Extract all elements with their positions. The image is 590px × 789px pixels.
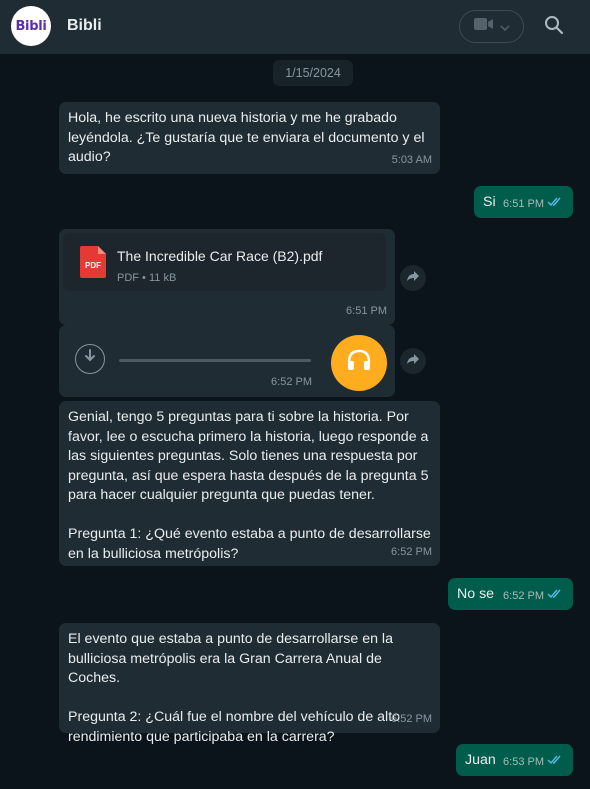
message-text: El evento que estaba a punto de desarrol… (68, 631, 401, 745)
video-call-button[interactable] (459, 10, 524, 43)
forward-icon (406, 352, 420, 370)
audio-avatar (331, 335, 387, 391)
message-outgoing[interactable]: Si 6:51 PM (474, 186, 573, 218)
message-incoming[interactable]: El evento que estaba a punto de desarrol… (59, 623, 440, 745)
video-camera-icon (473, 17, 494, 36)
chevron-down-icon (499, 18, 510, 36)
double-check-icon (547, 195, 563, 215)
message-time: 6:52 PM (391, 712, 432, 725)
download-button[interactable] (75, 344, 105, 374)
forward-button[interactable] (400, 348, 426, 374)
message-incoming[interactable]: Genial, tengo 5 preguntas para ti sobre … (59, 401, 440, 566)
message-document[interactable]: PDF The Incredible Car Race (B2).pdf PDF… (59, 229, 395, 325)
download-arrow-icon (84, 348, 96, 370)
message-time: 6:51 PM (346, 304, 387, 317)
message-time: 5:03 AM (391, 153, 432, 166)
message-text: Genial, tengo 5 preguntas para ti sobre … (68, 409, 431, 562)
search-icon (544, 15, 564, 40)
double-check-icon (547, 753, 563, 773)
svg-text:PDF: PDF (85, 261, 101, 270)
forward-icon (406, 269, 420, 287)
date-separator: 1/15/2024 (273, 60, 353, 86)
forward-button[interactable] (400, 265, 426, 291)
headphones-icon (346, 348, 372, 379)
document-card[interactable]: PDF The Incredible Car Race (B2).pdf PDF… (63, 233, 386, 291)
pdf-file-icon: PDF (80, 246, 106, 278)
message-outgoing[interactable]: Juan 6:53 PM (456, 744, 573, 776)
message-outgoing[interactable]: No se 6:52 PM (448, 578, 573, 610)
message-audio[interactable]: 6:52 PM (59, 325, 395, 397)
avatar[interactable]: Bibli (11, 6, 51, 46)
document-meta: PDF • 11 kB (117, 272, 177, 284)
chat-area[interactable]: 1/15/2024 Hola, he escrito una nueva his… (0, 54, 590, 789)
message-text: Hola, he escrito una nueva historia y me… (68, 110, 425, 165)
double-check-icon (547, 587, 563, 607)
search-button[interactable] (540, 13, 568, 41)
message-time: 6:52 PM (503, 587, 563, 607)
document-name: The Incredible Car Race (B2).pdf (117, 248, 323, 264)
chat-header: Bibli Bibli (0, 0, 590, 54)
message-time: 6:52 PM (271, 375, 312, 388)
audio-progress-track[interactable] (119, 359, 311, 362)
message-time: 6:52 PM (391, 545, 432, 558)
contact-name[interactable]: Bibli (67, 17, 102, 35)
message-incoming[interactable]: Hola, he escrito una nueva historia y me… (59, 102, 440, 174)
message-time: 6:51 PM (503, 195, 563, 215)
message-time: 6:53 PM (503, 753, 563, 773)
